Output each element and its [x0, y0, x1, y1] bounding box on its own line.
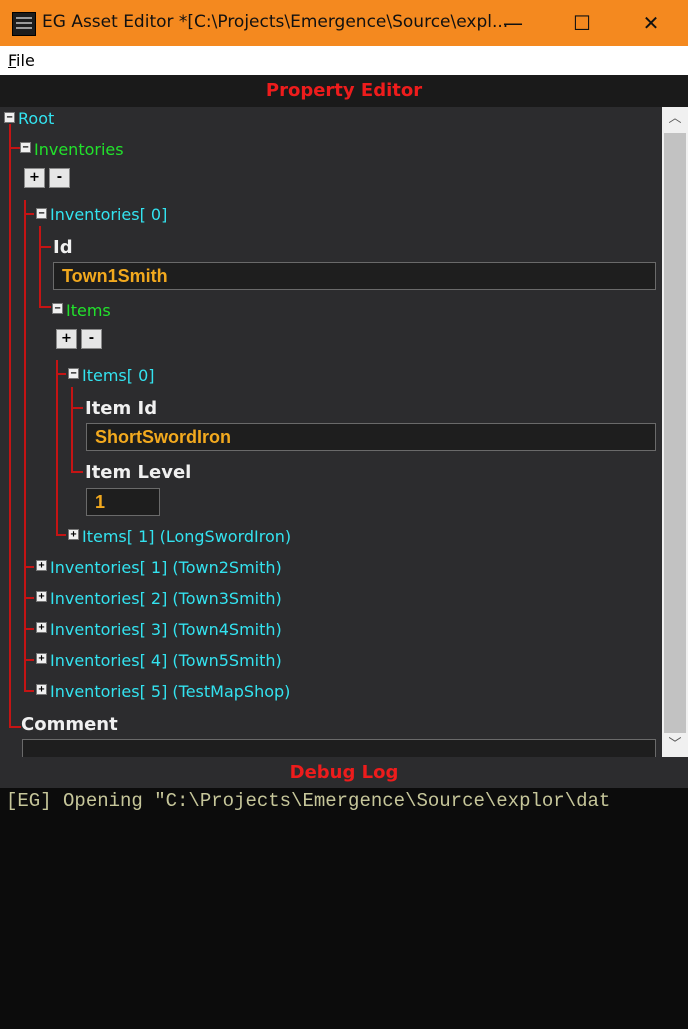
tree-connector: [24, 213, 34, 215]
debug-log-title: Debug Log: [289, 762, 399, 783]
id-field[interactable]: [53, 262, 656, 290]
menu-file-label: ile: [16, 51, 35, 70]
comment-field[interactable]: [22, 739, 656, 757]
expand-inventory-1-icon[interactable]: +: [36, 560, 47, 571]
tree-connector: [39, 246, 51, 248]
property-editor-header: Property Editor: [0, 75, 688, 107]
item-id-label: Item Id: [85, 398, 158, 419]
tree-connector: [24, 597, 34, 599]
tree-node-inventories[interactable]: Inventories: [34, 140, 124, 159]
tree-node-inventory-1[interactable]: Inventories[ 1] (Town2Smith): [50, 558, 282, 577]
tree-node-inventory-3[interactable]: Inventories[ 3] (Town4Smith): [50, 620, 282, 639]
tree-connector: [24, 659, 34, 661]
expand-inventory-5-icon[interactable]: +: [36, 684, 47, 695]
item-level-label: Item Level: [85, 462, 192, 483]
tree-connector: [71, 471, 83, 473]
tree-connector: [56, 360, 58, 536]
debug-log-output[interactable]: [EG] Opening "C:\Projects\Emergence\Sour…: [0, 788, 688, 1029]
remove-item-button[interactable]: -: [81, 329, 102, 349]
log-line: [EG] Opening "C:\Projects\Emergence\Sour…: [6, 790, 611, 812]
expand-item-1-icon[interactable]: +: [68, 529, 79, 540]
remove-inventory-button[interactable]: -: [49, 168, 70, 188]
tree-connector: [71, 407, 83, 409]
tree-connector: [9, 726, 21, 728]
collapse-item-0-icon[interactable]: −: [68, 368, 79, 379]
tree-connector: [39, 306, 51, 308]
tree-connector: [39, 226, 41, 308]
tree-node-inventory-4[interactable]: Inventories[ 4] (Town5Smith): [50, 651, 282, 670]
tree-node-item-0[interactable]: Items[ 0]: [82, 366, 155, 385]
tree-connector: [24, 566, 34, 568]
close-button[interactable]: ✕: [628, 0, 674, 46]
tree-connector: [24, 628, 34, 630]
tree-connector: [9, 124, 11, 728]
expand-inventory-4-icon[interactable]: +: [36, 653, 47, 664]
app-icon: [12, 12, 36, 36]
item-level-field[interactable]: [86, 488, 160, 516]
scroll-up-icon[interactable]: ︿: [662, 107, 688, 131]
property-editor-title: Property Editor: [265, 80, 423, 101]
tree-connector: [56, 373, 66, 375]
tree-connector: [24, 690, 34, 692]
tree-node-root[interactable]: Root: [18, 109, 54, 128]
debug-log-header: Debug Log: [0, 757, 688, 788]
minimize-button[interactable]: —: [490, 0, 536, 46]
tree-connector: [71, 387, 73, 472]
title-bar[interactable]: EG Asset Editor *[C:\Projects\Emergence\…: [0, 0, 688, 46]
tree-connector: [56, 534, 66, 536]
id-label: Id: [53, 237, 73, 258]
scroll-down-icon[interactable]: ﹀: [662, 733, 688, 757]
collapse-items-icon[interactable]: −: [52, 303, 63, 314]
expand-inventory-3-icon[interactable]: +: [36, 622, 47, 633]
tree-node-items[interactable]: Items: [66, 301, 111, 320]
comment-label: Comment: [21, 714, 118, 735]
item-id-field[interactable]: [86, 423, 656, 451]
scrollbar-thumb[interactable]: [664, 133, 686, 733]
menu-file[interactable]: File: [8, 51, 35, 70]
add-inventory-button[interactable]: +: [24, 168, 45, 188]
tree-node-inventory-0[interactable]: Inventories[ 0]: [50, 205, 167, 224]
expand-inventory-2-icon[interactable]: +: [36, 591, 47, 602]
add-item-button[interactable]: +: [56, 329, 77, 349]
tree-node-inventory-2[interactable]: Inventories[ 2] (Town3Smith): [50, 589, 282, 608]
menu-bar: File: [0, 46, 688, 75]
collapse-root-icon[interactable]: −: [4, 112, 15, 123]
window-title: EG Asset Editor *[C:\Projects\Emergence\…: [42, 12, 509, 32]
maximize-button[interactable]: ☐: [559, 0, 605, 46]
tree-scrollbar[interactable]: ︿ ﹀: [662, 107, 688, 757]
collapse-inventories-icon[interactable]: −: [20, 142, 31, 153]
tree-node-item-1[interactable]: Items[ 1] (LongSwordIron): [82, 527, 291, 546]
tree-connector: [24, 200, 26, 692]
collapse-inventory-0-icon[interactable]: −: [36, 208, 47, 219]
menu-file-accelerator: F: [8, 51, 17, 70]
tree-node-inventory-5[interactable]: Inventories[ 5] (TestMapShop): [50, 682, 290, 701]
property-tree[interactable]: − Root − Inventories + - − Inventories[ …: [0, 107, 662, 757]
